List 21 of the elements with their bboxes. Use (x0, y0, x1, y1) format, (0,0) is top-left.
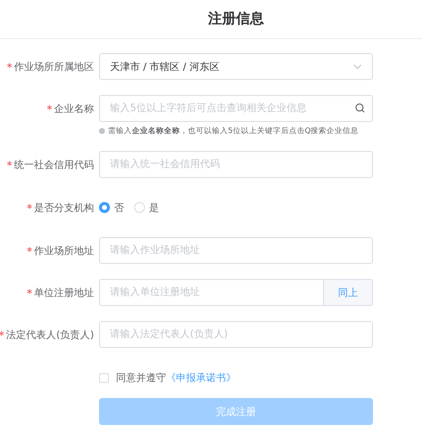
info-icon (99, 128, 105, 134)
checkbox[interactable] (99, 372, 109, 382)
field-label: 统一社会信用代码 (14, 158, 94, 172)
field-label: 法定代表人(负责人) (6, 328, 94, 342)
input-field[interactable]: 请输入法定代表人(负责人) (99, 321, 373, 348)
field-label: 是否分支机构 (34, 202, 94, 214)
company-name-field[interactable]: 输入5位以上字符后可点击查询相关企业信息 (99, 95, 373, 122)
input-field[interactable]: 请输入统一社会信用代码 (99, 151, 373, 178)
field-label: 企业名称 (54, 102, 94, 116)
agreement-text: 同意并遵守 (116, 372, 166, 384)
region-select[interactable]: 天津市 / 市辖区 / 河东区 (99, 53, 373, 80)
page-title: 注册信息 (208, 10, 264, 28)
field-label: 作业场所所属地区 (14, 60, 94, 74)
search-icon[interactable] (355, 103, 365, 113)
radio-option[interactable]: 否 (99, 200, 124, 214)
radio-option[interactable]: 是 (134, 200, 159, 214)
input-field[interactable]: 请输入作业场所地址 (99, 237, 373, 264)
field-label: 作业场所地址 (34, 244, 94, 258)
field-label: 单位注册地址 (34, 286, 94, 300)
chevron-down-icon (353, 64, 362, 70)
input-field[interactable]: 请输入单位注册地址 (99, 279, 324, 306)
